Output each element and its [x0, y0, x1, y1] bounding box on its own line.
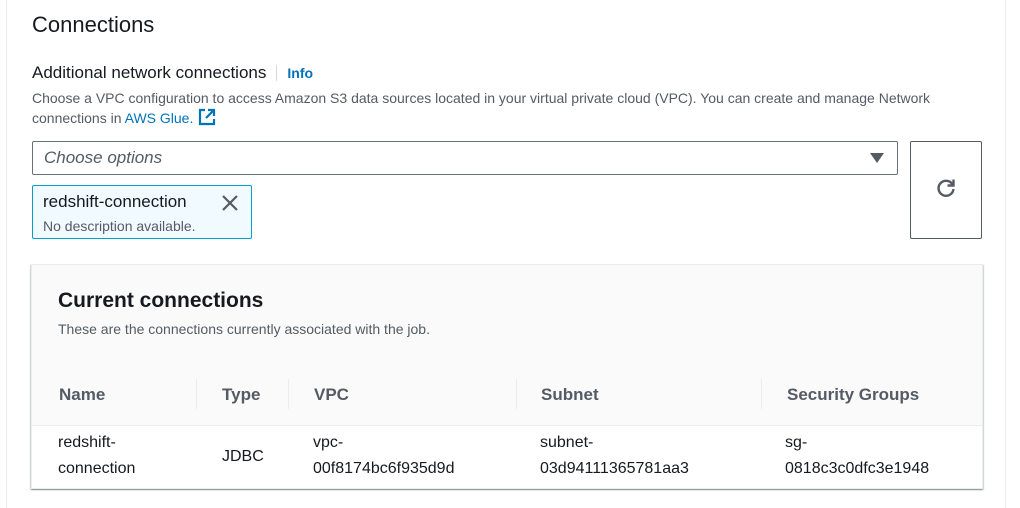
cell-name: redshift-connection [58, 434, 136, 477]
label-divider [276, 65, 278, 81]
selected-token: redshift-connection No description avail… [32, 185, 252, 239]
panel-description: These are the connections currently asso… [58, 321, 430, 337]
panel-title: Current connections [58, 289, 264, 312]
field-label: Additional network connections [32, 63, 267, 82]
cell-subnet: subnet- 03d94111365781aa3 [540, 434, 689, 477]
column-divider [196, 379, 197, 409]
info-link[interactable]: Info [287, 65, 313, 81]
section-title: Connections [32, 12, 155, 37]
aws-glue-link[interactable]: AWS Glue. [125, 110, 194, 126]
column-divider [516, 379, 517, 409]
cell-type: JDBC [222, 448, 264, 465]
column-header-vpc: VPC [314, 385, 349, 404]
caret-down-icon [870, 153, 884, 163]
cell-security-groups: sg- 0818c3c0dfc3e1948 [785, 434, 930, 477]
table-row: redshift-connection JDBC vpc- 00f8174bc6f… [32, 426, 982, 488]
column-header-security-groups: Security Groups [787, 385, 920, 404]
token-name: redshift-connection [43, 192, 187, 211]
refresh-button[interactable] [910, 141, 982, 239]
token-description: No description available. [43, 218, 196, 234]
column-header-name: Name [59, 385, 106, 404]
field-description: Choose a VPC configuration to access Ama… [32, 88, 952, 131]
column-header-subnet: Subnet [541, 385, 599, 404]
select-placeholder: Choose options [44, 148, 163, 167]
current-connections-panel: Current connections These are the connec… [31, 264, 983, 489]
connections-select[interactable]: Choose options [32, 141, 898, 175]
refresh-icon [935, 177, 957, 204]
column-header-type: Type [222, 385, 261, 404]
column-divider [761, 379, 762, 409]
external-link-icon[interactable] [198, 108, 216, 131]
column-divider [288, 379, 289, 409]
table-header: Name Type VPC Subnet Security Groups [32, 365, 982, 426]
panel-header: Current connections These are the connec… [32, 265, 982, 366]
cell-vpc: vpc- 00f8174bc6f935d9d [313, 434, 455, 477]
field-label-row: Additional network connections Info [32, 63, 313, 83]
close-icon[interactable] [220, 193, 240, 213]
